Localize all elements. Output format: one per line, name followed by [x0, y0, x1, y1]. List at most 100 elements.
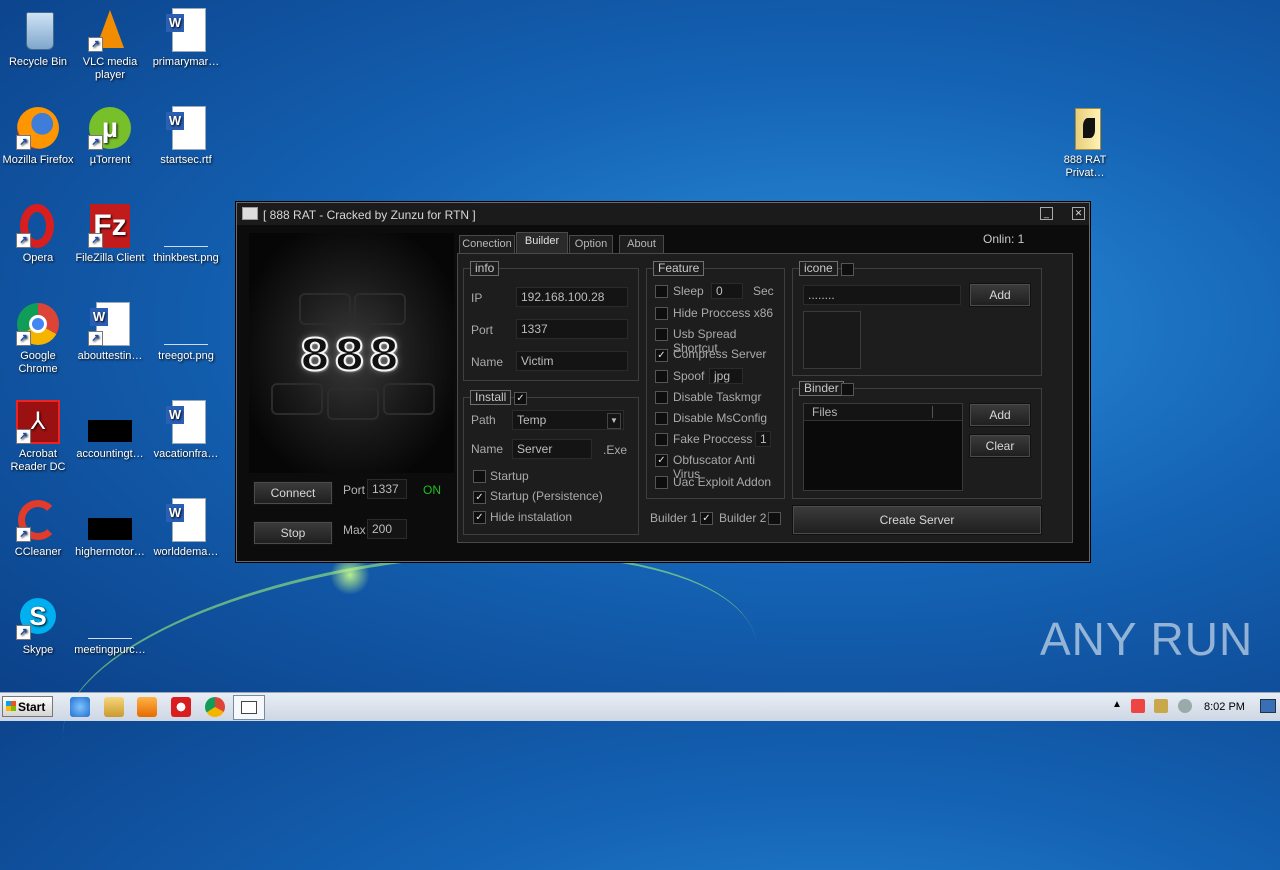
desktop-icon-opera[interactable]: ↗ Opera — [0, 204, 76, 265]
fake-process-checkbox[interactable] — [655, 433, 668, 446]
spoof-field[interactable]: jpg — [709, 368, 743, 384]
builder-2-checkbox[interactable] — [768, 512, 781, 525]
desktop-icon-primarymar[interactable]: W primarymar… — [148, 8, 224, 69]
builder-panel: info IP 192.168.100.28 Port 1337 Name Vi… — [457, 253, 1073, 543]
binder-file-list[interactable]: Files — [803, 403, 963, 491]
desktop-icon-startsec[interactable]: W startsec.rtf — [148, 106, 224, 167]
binder-checkbox[interactable] — [841, 383, 854, 396]
file-explorer-icon[interactable] — [104, 697, 124, 717]
window-title: [ 888 RAT - Cracked by Zunzu for RTN ] — [263, 208, 476, 222]
desktop-icon-skype[interactable]: S ↗ Skype — [0, 596, 76, 657]
create-server-button[interactable]: Create Server — [792, 505, 1042, 535]
tab-conection[interactable]: Conection — [459, 235, 515, 254]
internet-explorer-icon[interactable] — [70, 697, 90, 717]
image-file-icon — [164, 302, 208, 346]
black-file-icon — [88, 400, 132, 444]
tray-expand-icon[interactable]: ▲ — [1110, 699, 1124, 713]
info-title: info — [470, 261, 500, 276]
spoof-checkbox[interactable] — [655, 370, 668, 383]
builder-1-checkbox[interactable]: ✓ — [700, 512, 713, 525]
files-column-header[interactable]: Files — [804, 404, 962, 421]
exe-name-field[interactable]: Server — [512, 439, 592, 459]
max-field[interactable]: 200 — [367, 519, 407, 539]
connect-button[interactable]: Connect — [253, 481, 333, 505]
startup-checkbox[interactable] — [473, 470, 486, 483]
builder-1-label: Builder 1 — [650, 511, 698, 525]
start-button[interactable]: Start — [2, 696, 53, 717]
acrobat-icon: ⅄ ↗ — [16, 400, 60, 444]
install-checkbox[interactable]: ✓ — [514, 392, 527, 405]
hide-install-label: Hide instalation — [490, 510, 573, 524]
chrome-taskbar-icon[interactable] — [205, 697, 225, 717]
show-desktop-icon[interactable] — [1260, 699, 1276, 713]
compress-server-label: Compress Server — [673, 347, 767, 361]
volume-icon[interactable] — [1178, 699, 1192, 713]
logo-banner: 888 — [249, 233, 454, 473]
taskbar: Start ▲ 8:02 PM — [0, 692, 1280, 721]
usb-spread-checkbox[interactable] — [655, 328, 668, 341]
disable-taskmgr-label: Disable Taskmgr — [673, 390, 762, 404]
sleep-checkbox[interactable] — [655, 285, 668, 298]
sleep-unit: Sec — [753, 284, 774, 298]
binder-clear-button[interactable]: Clear — [969, 434, 1031, 458]
disable-taskmgr-checkbox[interactable] — [655, 391, 668, 404]
tab-about[interactable]: About — [619, 235, 664, 254]
minimize-button[interactable]: _ — [1040, 207, 1053, 220]
binder-title: Binder — [799, 381, 844, 396]
desktop-icon-filezilla[interactable]: Fz ↗ FileZilla Client — [72, 204, 148, 265]
window-titlebar[interactable]: [ 888 RAT - Cracked by Zunzu for RTN ] _… — [237, 203, 1089, 225]
fake-process-field[interactable]: 1 — [755, 431, 771, 447]
builder-2-label: Builder 2 — [719, 511, 767, 525]
icon-checkbox[interactable] — [841, 263, 854, 276]
stop-button[interactable]: Stop — [253, 521, 333, 545]
desktop-icon-accounting[interactable]: accountingt… — [72, 400, 148, 461]
sleep-field[interactable]: 0 — [711, 283, 743, 299]
desktop-icon-acrobat[interactable]: ⅄ ↗ Acrobat Reader DC — [0, 400, 76, 474]
network-icon[interactable] — [1154, 699, 1168, 713]
binder-add-button[interactable]: Add — [969, 403, 1031, 427]
desktop-icon-highermotor[interactable]: highermotor… — [72, 498, 148, 559]
opera-taskbar-icon[interactable] — [171, 697, 191, 717]
port-field[interactable]: 1337 — [516, 319, 628, 339]
obfuscator-checkbox[interactable]: ✓ — [655, 454, 668, 467]
desktop-icon-worlddema[interactable]: W worlddema… — [148, 498, 224, 559]
desktop-icon-meetingpurc[interactable]: meetingpurc… — [72, 596, 148, 657]
desktop-icon-888-rat-folder[interactable]: 888 RAT Privat… — [1047, 106, 1123, 180]
close-button[interactable]: ✕ — [1072, 207, 1085, 220]
desktop-icon-ccleaner[interactable]: ↗ CCleaner — [0, 498, 76, 559]
anyrun-watermark: ANY RUN — [1040, 613, 1254, 665]
desktop-icon-chrome[interactable]: ↗ Google Chrome — [0, 302, 76, 376]
desktop-icon-utorrent[interactable]: µ ↗ µTorrent — [72, 106, 148, 167]
desktop-icon-treegot[interactable]: treegot.png — [148, 302, 224, 363]
listen-port-field[interactable]: 1337 — [367, 479, 407, 499]
folder-icon — [1063, 106, 1107, 150]
hide-process-checkbox[interactable] — [655, 307, 668, 320]
startup-persistence-checkbox[interactable]: ✓ — [473, 491, 486, 504]
desktop-icon-vacationfra[interactable]: W vacationfra… — [148, 400, 224, 461]
name-field[interactable]: Victim — [516, 351, 628, 371]
binder-group: Binder Files Add Clear — [792, 381, 1042, 499]
desktop-icon-thinkbest[interactable]: thinkbest.png — [148, 204, 224, 265]
tab-option[interactable]: Option — [569, 235, 613, 254]
icon-add-button[interactable]: Add — [969, 283, 1031, 307]
desktop-icon-vlc[interactable]: ↗ VLC media player — [72, 8, 148, 82]
desktop-icon-firefox[interactable]: ↗ Mozilla Firefox — [0, 106, 76, 167]
tab-builder[interactable]: Builder — [516, 232, 568, 253]
desktop-icon-abouttesting[interactable]: W ↗ abouttestin… — [72, 302, 148, 363]
hide-install-checkbox[interactable]: ✓ — [473, 511, 486, 524]
disable-msconfig-checkbox[interactable] — [655, 412, 668, 425]
ip-field[interactable]: 192.168.100.28 — [516, 287, 628, 307]
install-group: Install ✓ Path Temp ▼ Name Server .Exe S… — [463, 390, 639, 535]
compress-server-checkbox[interactable]: ✓ — [655, 349, 668, 362]
logo-888: 888 — [299, 329, 404, 382]
path-select[interactable]: Temp ▼ — [512, 410, 624, 430]
uac-exploit-label: Uac Exploit Addon — [673, 475, 772, 489]
icon-path-field[interactable]: ........ — [803, 285, 961, 305]
exe-extension: .Exe — [603, 443, 628, 457]
action-center-icon[interactable] — [1131, 699, 1145, 713]
media-player-icon[interactable] — [137, 697, 157, 717]
uac-exploit-checkbox[interactable] — [655, 476, 668, 489]
rat-taskbar-button[interactable] — [233, 695, 265, 720]
system-clock[interactable]: 8:02 PM — [1204, 701, 1245, 713]
desktop-icon-recycle-bin[interactable]: Recycle Bin — [0, 8, 76, 69]
